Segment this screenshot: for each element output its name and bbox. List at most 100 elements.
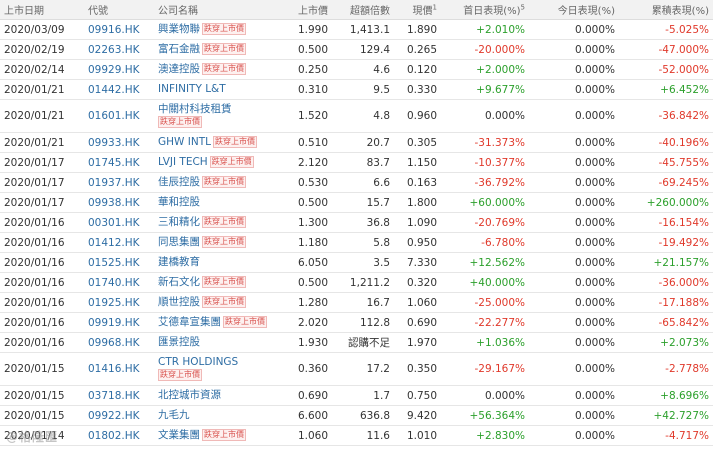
table-row[interactable]: 2020/01/21 01601.HK 中關村科技租賃 跌穿上市價 1.520 4.8 0.… [0, 99, 713, 133]
cell-stock-code[interactable]: 03718.HK [84, 385, 154, 406]
table-row[interactable]: 2020/01/15 09922.HK 九毛九 6.600 636.8 9.420 +56.… [0, 405, 713, 426]
cell-company-name[interactable]: CTR HOLDINGS 跌穿上市價 [154, 352, 282, 386]
company-name-text[interactable]: 中關村科技租賃 [158, 103, 232, 115]
cell-stock-code[interactable]: 01525.HK [84, 252, 154, 273]
below-ipo-price-badge: 跌穿上市價 [202, 296, 246, 308]
table-row[interactable]: 2020/03/09 09916.HK 興業物聯 跌穿上市價 1.990 1,413.1 1… [0, 19, 713, 40]
cell-stock-code[interactable]: 02263.HK [84, 39, 154, 60]
cell-oversubscription: 1.7 [332, 385, 394, 406]
cell-stock-code[interactable]: 01442.HK [84, 79, 154, 100]
company-name-text[interactable]: INFINITY L&T [158, 83, 226, 95]
cell-stock-code[interactable]: 00301.HK [84, 212, 154, 233]
table-row[interactable]: 2020/01/17 01937.HK 佳辰控股 跌穿上市價 0.530 6.6 0.163… [0, 172, 713, 193]
cell-stock-code[interactable]: 01925.HK [84, 292, 154, 313]
company-name-text[interactable]: 澳達控股 [158, 63, 200, 75]
cell-current-price: 7.330 [394, 252, 441, 273]
company-name-text[interactable]: 新石文化 [158, 276, 200, 288]
cell-today-performance: 0.000% [529, 212, 619, 233]
table-row[interactable]: 2020/01/21 09933.HK GHW INTL 跌穿上市價 0.510 20.7… [0, 132, 713, 153]
table-row[interactable]: 2020/01/16 01925.HK 順世控股 跌穿上市價 1.280 16.7 1.06… [0, 292, 713, 313]
cell-company-name[interactable]: 澳達控股 跌穿上市價 [154, 59, 282, 80]
cell-stock-code[interactable]: 09938.HK [84, 192, 154, 213]
cell-company-name[interactable]: 富石金融 跌穿上市價 [154, 39, 282, 60]
cell-stock-code[interactable]: 09919.HK [84, 312, 154, 333]
cell-company-name[interactable]: 華和控股 [154, 192, 282, 213]
header-date[interactable]: 上市日期 [0, 0, 84, 20]
cell-company-name[interactable]: 佳辰控股 跌穿上市價 [154, 172, 282, 193]
header-today[interactable]: 今日表現(%) [529, 0, 619, 20]
cell-company-name[interactable]: 匯景控股 [154, 332, 282, 353]
cell-current-price: 1.010 [394, 425, 441, 446]
cell-stock-code[interactable]: 09916.HK [84, 19, 154, 40]
cell-stock-code[interactable]: 09922.HK [84, 405, 154, 426]
table-row[interactable]: 2020/01/15 03718.HK 北控城市資源 0.690 1.7 0.750 0.0… [0, 385, 713, 406]
company-name-text[interactable]: 順世控股 [158, 296, 200, 308]
company-name-text[interactable]: 艾德韋宣集團 [158, 316, 221, 328]
cell-stock-code[interactable]: 09968.HK [84, 332, 154, 353]
company-name-text[interactable]: 文業集團 [158, 429, 200, 441]
table-row[interactable]: 2020/01/21 01442.HK INFINITY L&T 0.310 9.5 0.… [0, 79, 713, 100]
cell-stock-code[interactable]: 09933.HK [84, 132, 154, 153]
table-row[interactable]: 2020/01/15 01416.HK CTR HOLDINGS 跌穿上市價 0.360… [0, 352, 713, 386]
cell-company-name[interactable]: 艾德韋宣集團 跌穿上市價 [154, 312, 282, 333]
cell-listing-date: 2020/02/19 [0, 39, 84, 60]
table-row[interactable]: 2020/01/16 09968.HK 匯景控股 1.930 認購不足 1.970 +1.0… [0, 332, 713, 353]
company-name-text[interactable]: 佳辰控股 [158, 176, 200, 188]
table-row[interactable]: 2020/01/16 09919.HK 艾德韋宣集團 跌穿上市價 2.020 112.8 0… [0, 312, 713, 333]
company-name-text[interactable]: GHW INTL [158, 136, 211, 148]
cell-listing-date: 2020/01/21 [0, 99, 84, 133]
cell-stock-code[interactable]: 01601.HK [84, 99, 154, 133]
table-row[interactable]: 2020/01/17 01745.HK LVJI TECH 跌穿上市價 2.120 83.… [0, 152, 713, 173]
cell-company-name[interactable]: 中關村科技租賃 跌穿上市價 [154, 99, 282, 133]
cell-stock-code[interactable]: 01740.HK [84, 272, 154, 293]
cell-stock-code[interactable]: 01412.HK [84, 232, 154, 253]
table-row[interactable]: 2020/01/16 01740.HK 新石文化 跌穿上市價 0.500 1,211.2 0… [0, 272, 713, 293]
table-row[interactable]: 2020/01/16 00301.HK 三和精化 跌穿上市價 1.300 36.8 1.09… [0, 212, 713, 233]
cell-company-name[interactable]: 九毛九 [154, 405, 282, 426]
table-row[interactable]: 2020/01/17 09938.HK 華和控股 0.500 15.7 1.800 +60.… [0, 192, 713, 213]
company-name-text[interactable]: 華和控股 [158, 196, 200, 208]
cell-company-name[interactable]: 同思集團 跌穿上市價 [154, 232, 282, 253]
cell-stock-code[interactable]: 01416.HK [84, 352, 154, 386]
cell-first-day-performance: -31.373% [441, 132, 529, 153]
table-row[interactable]: 2020/01/14 01802.HK 文業集團 跌穿上市價 1.060 11.6 1.01… [0, 425, 713, 446]
header-oversubscription[interactable]: 超額倍數 [332, 0, 394, 20]
company-name-text[interactable]: 建橋教育 [158, 256, 200, 268]
company-name-text[interactable]: CTR HOLDINGS [158, 356, 238, 368]
cell-company-name[interactable]: 新石文化 跌穿上市價 [154, 272, 282, 293]
cell-listing-date: 2020/01/16 [0, 312, 84, 333]
header-current-price[interactable]: 現價1 [394, 0, 441, 20]
cell-stock-code[interactable]: 09929.HK [84, 59, 154, 80]
cell-company-name[interactable]: 建橋教育 [154, 252, 282, 273]
cell-oversubscription: 112.8 [332, 312, 394, 333]
cell-stock-code[interactable]: 01745.HK [84, 152, 154, 173]
cell-company-name[interactable]: INFINITY L&T [154, 79, 282, 100]
cell-company-name[interactable]: 北控城市資源 [154, 385, 282, 406]
company-name-text[interactable]: 三和精化 [158, 216, 200, 228]
company-name-text[interactable]: 匯景控股 [158, 336, 200, 348]
table-row[interactable]: 2020/01/16 01412.HK 同思集團 跌穿上市價 1.180 5.8 0.950… [0, 232, 713, 253]
cell-company-name[interactable]: GHW INTL 跌穿上市價 [154, 132, 282, 153]
cell-company-name[interactable]: 興業物聯 跌穿上市價 [154, 19, 282, 40]
company-name-text[interactable]: 北控城市資源 [158, 389, 221, 401]
cell-company-name[interactable]: 三和精化 跌穿上市價 [154, 212, 282, 233]
cell-stock-code[interactable]: 01937.HK [84, 172, 154, 193]
company-name-text[interactable]: 九毛九 [158, 409, 190, 421]
cell-oversubscription: 1,413.1 [332, 19, 394, 40]
table-row[interactable]: 2020/02/14 09929.HK 澳達控股 跌穿上市價 0.250 4.6 0.120… [0, 59, 713, 80]
cell-company-name[interactable]: LVJI TECH 跌穿上市價 [154, 152, 282, 173]
header-first-day[interactable]: 首日表現(%)5 [441, 0, 529, 20]
company-name-text[interactable]: 同思集團 [158, 236, 200, 248]
cell-company-name[interactable]: 文業集團 跌穿上市價 [154, 425, 282, 446]
header-ipo-price[interactable]: 上市價 [282, 0, 332, 20]
header-name[interactable]: 公司名稱 [154, 0, 282, 20]
company-name-text[interactable]: LVJI TECH [158, 156, 208, 168]
table-row[interactable]: 2020/01/16 01525.HK 建橋教育 6.050 3.5 7.330 +12.5… [0, 252, 713, 273]
header-cumulative[interactable]: 累積表現(%) [619, 0, 713, 20]
cell-company-name[interactable]: 順世控股 跌穿上市價 [154, 292, 282, 313]
cell-stock-code[interactable]: 01802.HK [84, 425, 154, 446]
table-row[interactable]: 2020/02/19 02263.HK 富石金融 跌穿上市價 0.500 129.4 0.2… [0, 39, 713, 60]
company-name-text[interactable]: 興業物聯 [158, 23, 200, 35]
header-code[interactable]: 代號 [84, 0, 154, 20]
company-name-text[interactable]: 富石金融 [158, 43, 200, 55]
